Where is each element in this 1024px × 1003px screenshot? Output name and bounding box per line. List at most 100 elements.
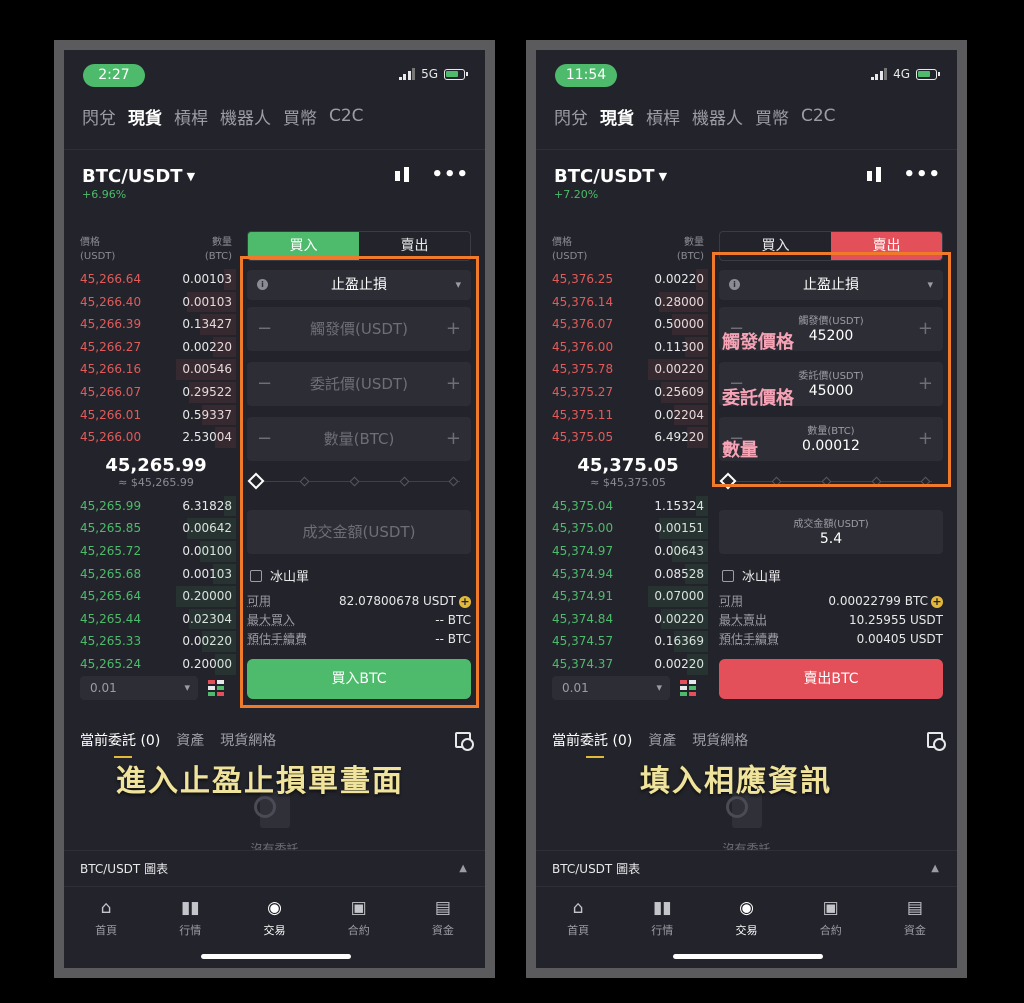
book-layout-icon[interactable] [680, 680, 696, 696]
bid-row[interactable]: 45,265.85 0.00642 [80, 517, 236, 540]
more-icon[interactable]: ••• [431, 164, 469, 185]
tab-markets[interactable]: ▮▮ 行情 [148, 887, 232, 946]
bid-row[interactable]: 45,265.72 0.00100 [80, 540, 236, 563]
ask-row[interactable]: 45,375.11 0.02204 [552, 404, 708, 427]
nav-item-margin[interactable]: 槓桿 [646, 104, 680, 129]
bid-row[interactable]: 45,374.91 0.07000 [552, 585, 708, 608]
last-price[interactable]: 45,375.05 [552, 455, 704, 476]
bid-row[interactable]: 45,374.84 0.00220 [552, 608, 708, 631]
ask-row[interactable]: 45,266.00 2.53004 [80, 426, 236, 449]
top-nav: 閃兌 現貨 槓桿 機器人 買幣 C2C [536, 96, 957, 136]
ask-row[interactable]: 45,375.05 6.49220 [552, 426, 708, 449]
tab-home[interactable]: ⌂ 首頁 [536, 887, 620, 946]
more-icon[interactable]: ••• [903, 164, 941, 185]
ask-row[interactable]: 45,266.39 0.13427 [80, 313, 236, 336]
row-price: 45,376.14 [552, 294, 614, 309]
caret-up-icon[interactable]: ▲ [931, 851, 939, 887]
bottom-tab-bar: ⌂ 首頁 ▮▮ 行情 ◉ 交易 ▣ 合約 ▤ 資金 [536, 886, 957, 946]
ask-row[interactable]: 45,376.00 0.11300 [552, 336, 708, 359]
bid-row[interactable]: 45,265.99 6.31828 [80, 495, 236, 518]
bid-row[interactable]: 45,375.00 0.00151 [552, 517, 708, 540]
tab-futures[interactable]: ▣ 合約 [317, 887, 401, 946]
ask-row[interactable]: 45,375.78 0.00220 [552, 358, 708, 381]
nav-item-swap[interactable]: 閃兌 [554, 104, 588, 129]
bid-row[interactable]: 45,374.97 0.00643 [552, 540, 708, 563]
nav-item-bot[interactable]: 機器人 [220, 104, 271, 129]
ask-row[interactable]: 45,266.64 0.00103 [80, 268, 236, 291]
ask-row[interactable]: 45,376.14 0.28000 [552, 291, 708, 314]
tab-home[interactable]: ⌂ 首頁 [64, 887, 148, 946]
field-value[interactable]: 5.4 [719, 531, 943, 547]
bid-row[interactable]: 45,265.24 0.20000 [80, 653, 236, 676]
nav-item-bot[interactable]: 機器人 [692, 104, 743, 129]
ask-row[interactable]: 45,266.40 0.00103 [80, 291, 236, 314]
bid-list: 45,375.04 1.15324 45,375.00 0.00151 45,374.9… [552, 495, 708, 676]
candlestick-chart-icon[interactable] [865, 166, 885, 184]
nav-item-spot[interactable]: 現貨 [128, 104, 162, 129]
book-layout-icon[interactable] [208, 680, 224, 696]
tab-label: 資金 [431, 924, 454, 937]
nav-item-buy-crypto[interactable]: 買幣 [755, 104, 789, 129]
nav-item-spot[interactable]: 現貨 [600, 104, 634, 129]
tab-wallet[interactable]: ▤ 資金 [401, 887, 485, 946]
depth-bar [661, 608, 708, 630]
caret-up-icon[interactable]: ▲ [459, 851, 467, 887]
bid-row[interactable]: 45,265.33 0.00220 [80, 630, 236, 653]
submit-order-button[interactable]: 賣出BTC [719, 659, 943, 699]
caret-down-icon[interactable]: ▼ [659, 170, 667, 183]
chart-toggle[interactable]: BTC/USDT 圖表 ▲ [64, 850, 485, 886]
nav-item-margin[interactable]: 槓桿 [174, 104, 208, 129]
ask-row[interactable]: 45,266.27 0.00220 [80, 336, 236, 359]
field-label: 成交金額(USDT) [793, 519, 869, 530]
total-field[interactable]: 成交金額(USDT) 5.4 [719, 510, 943, 554]
depth-select[interactable]: 0.01 [80, 676, 198, 700]
ask-row[interactable]: 45,376.07 0.50000 [552, 313, 708, 336]
order-history-icon[interactable] [927, 732, 946, 751]
order-history-icon[interactable] [455, 732, 474, 751]
pair-selector[interactable]: BTC/USDT [554, 166, 655, 187]
nav-item-swap[interactable]: 閃兌 [82, 104, 116, 129]
bid-row[interactable]: 45,265.44 0.02304 [80, 608, 236, 631]
ask-row[interactable]: 45,266.01 0.59337 [80, 404, 236, 427]
nav-item-c2c[interactable]: C2C [329, 106, 364, 126]
depth-bar [215, 427, 236, 448]
bid-row[interactable]: 45,375.04 1.15324 [552, 495, 708, 518]
bid-row[interactable]: 45,374.37 0.00220 [552, 653, 708, 676]
tab-open-orders[interactable]: 當前委託 (0) [552, 730, 632, 760]
row-price: 45,265.24 [80, 656, 142, 671]
depth-bar [224, 495, 236, 517]
last-price[interactable]: 45,265.99 [80, 455, 232, 476]
status-indicators: 5G [398, 67, 468, 81]
tab-markets[interactable]: ▮▮ 行情 [620, 887, 704, 946]
row-price: 45,266.07 [80, 384, 142, 399]
candlestick-chart-icon[interactable] [393, 166, 413, 184]
bid-row[interactable]: 45,265.68 0.00103 [80, 563, 236, 586]
tab-futures[interactable]: ▣ 合約 [789, 887, 873, 946]
chart-toggle[interactable]: BTC/USDT 圖表 ▲ [536, 850, 957, 886]
ask-row[interactable]: 45,375.27 0.25609 [552, 381, 708, 404]
tab-trade[interactable]: ◉ 交易 [232, 887, 316, 946]
network-type: 5G [421, 67, 438, 81]
bid-row[interactable]: 45,374.94 0.08528 [552, 563, 708, 586]
ask-row[interactable]: 45,266.16 0.00546 [80, 358, 236, 381]
divider [536, 136, 957, 150]
caret-down-icon[interactable]: ▼ [187, 170, 195, 183]
iceberg-checkbox[interactable]: 冰山單 [722, 566, 781, 585]
pair-selector[interactable]: BTC/USDT [82, 166, 183, 187]
bid-row[interactable]: 45,265.64 0.20000 [80, 585, 236, 608]
depth-bar [202, 631, 236, 652]
ask-row[interactable]: 45,376.25 0.00220 [552, 268, 708, 291]
tab-trade[interactable]: ◉ 交易 [704, 887, 788, 946]
depth-select[interactable]: 0.01 [552, 676, 670, 700]
bid-row[interactable]: 45,374.57 0.16369 [552, 630, 708, 653]
nav-item-c2c[interactable]: C2C [801, 106, 836, 126]
bar-chart-icon: ▮▮ [652, 898, 672, 918]
add-funds-icon[interactable]: + [931, 596, 943, 608]
nav-item-buy-crypto[interactable]: 買幣 [283, 104, 317, 129]
depth-bar [672, 314, 708, 335]
row-price: 45,374.84 [552, 611, 614, 626]
checkbox-icon[interactable] [722, 569, 734, 582]
row-price: 45,376.25 [552, 272, 614, 286]
tab-wallet[interactable]: ▤ 資金 [873, 887, 957, 946]
ask-row[interactable]: 45,266.07 0.29522 [80, 381, 236, 404]
